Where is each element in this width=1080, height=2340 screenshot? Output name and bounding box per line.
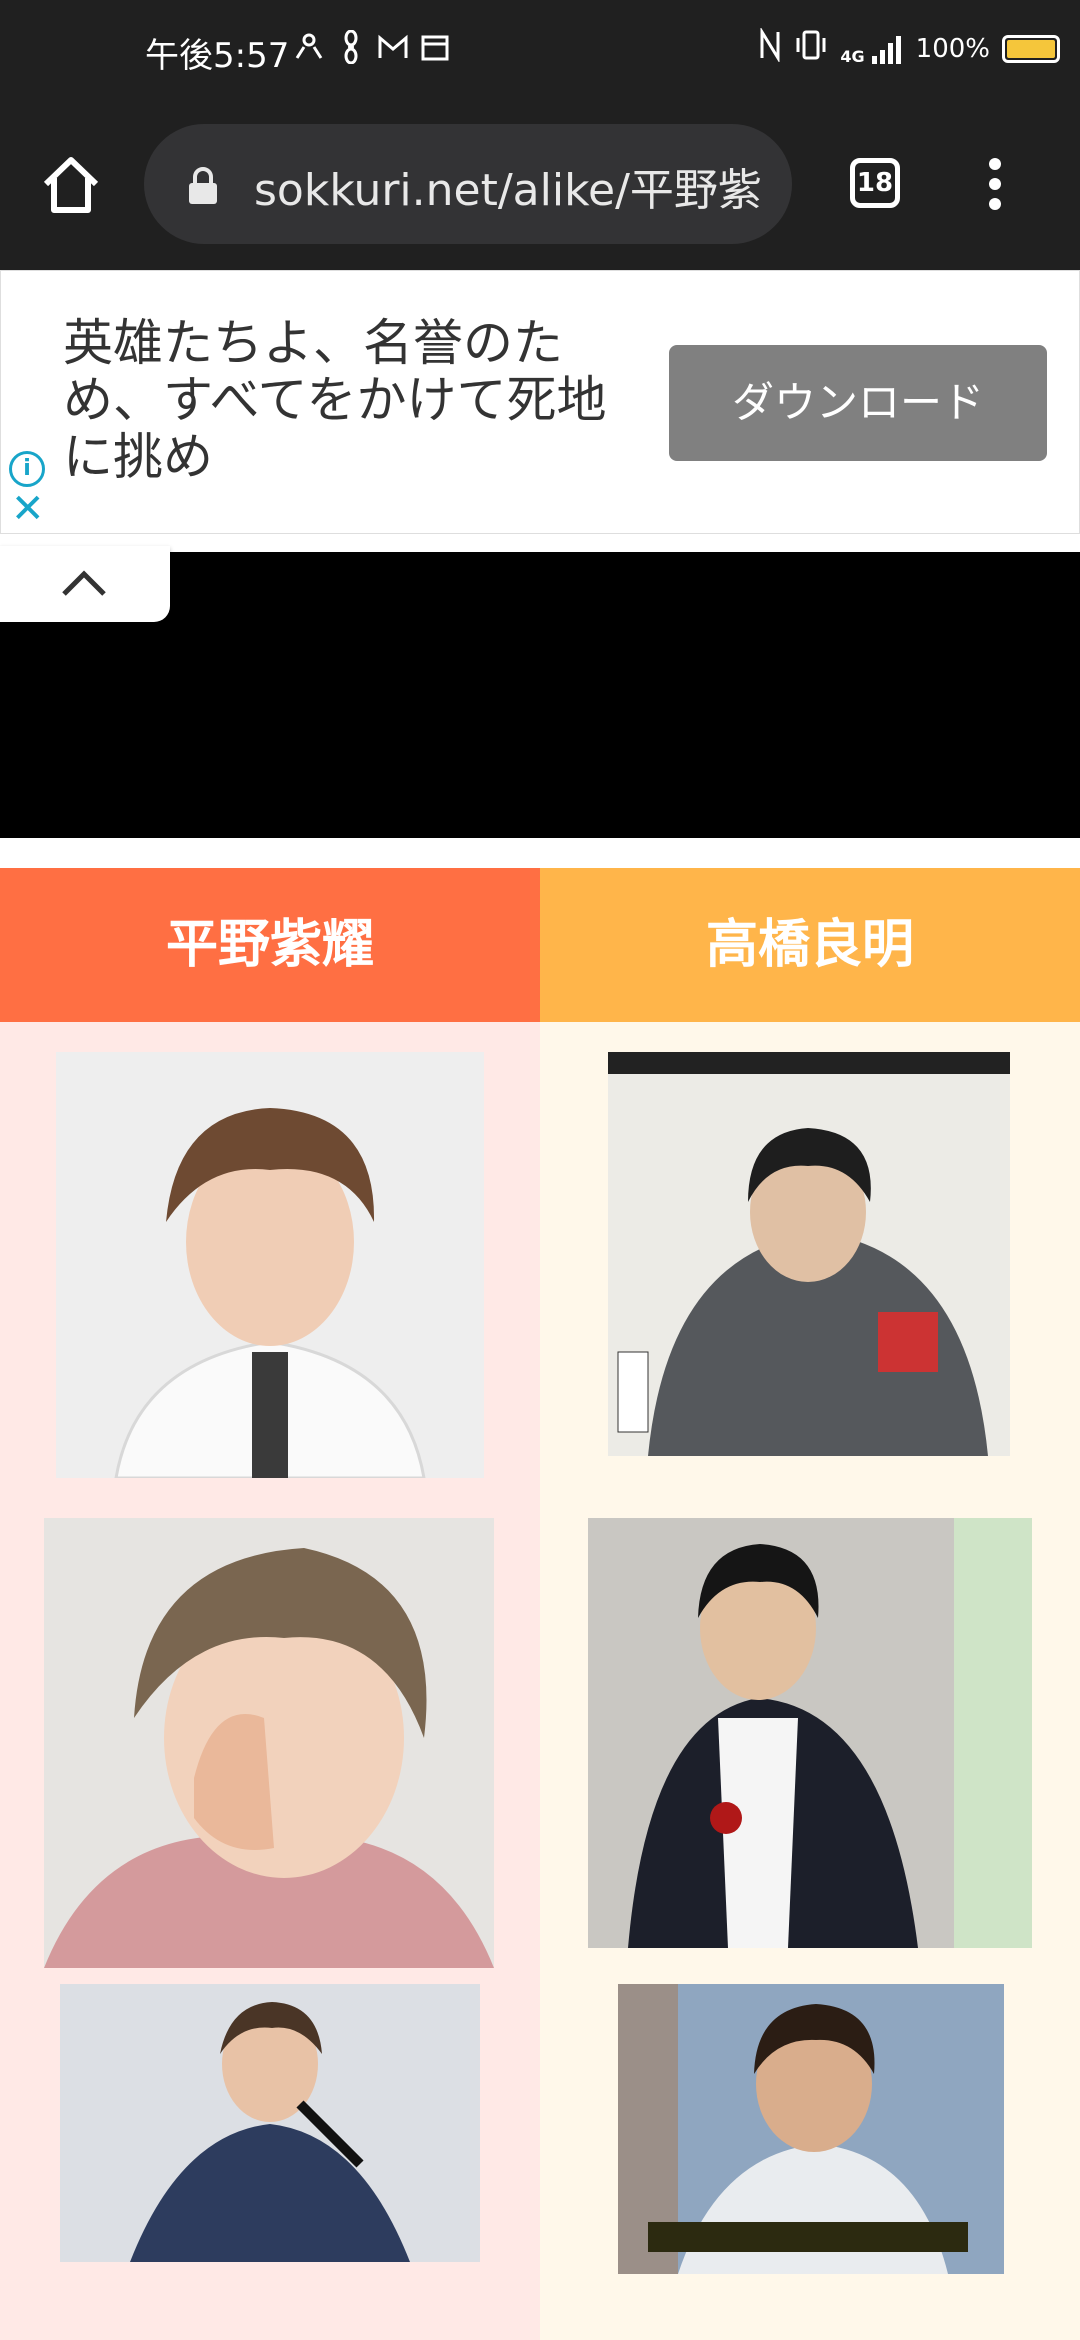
status-bar: 午後5:57 4G 100%: [0, 0, 1080, 100]
ad-text: 英雄たちよ、名誉のため、すべてをかけて死地に挑め: [63, 314, 607, 486]
people-icon: [292, 30, 326, 64]
overflow-menu-icon[interactable]: [980, 152, 1010, 222]
right-person-name: 高橋良明: [540, 868, 1080, 1022]
download-button[interactable]: ダウンロード: [669, 345, 1047, 461]
home-button[interactable]: [36, 150, 106, 220]
browser-toolbar: sokkuri.net/alike/平野紫 18: [0, 100, 1080, 270]
system-indicators: 4G 100%: [758, 26, 1060, 69]
vibrate-icon: [794, 28, 828, 69]
fan-icon: [334, 29, 368, 65]
battery-percent: 100%: [915, 33, 990, 64]
home-icon: [43, 157, 99, 213]
right-photo-1[interactable]: [608, 1052, 1010, 1456]
nfc-icon: [758, 26, 782, 69]
calendar-icon: [418, 30, 452, 64]
status-time: 午後5:57: [145, 36, 290, 76]
battery-charging-icon: [1002, 34, 1060, 63]
network-type: 4G: [840, 46, 865, 66]
signal-icon: 4G: [840, 32, 903, 66]
ad-close-icon[interactable]: ✕: [11, 489, 45, 529]
left-photo-3[interactable]: [60, 1984, 480, 2262]
left-person-name: 平野紫耀: [0, 868, 540, 1022]
address-bar[interactable]: sokkuri.net/alike/平野紫: [144, 124, 792, 244]
collapse-ad-button[interactable]: [0, 546, 170, 622]
chevron-up-icon: [62, 570, 106, 596]
notification-icons: [292, 29, 452, 65]
gmail-icon: [376, 30, 410, 64]
url-text[interactable]: sokkuri.net/alike/平野紫: [254, 154, 774, 218]
left-photo-2[interactable]: [44, 1518, 494, 1968]
ad-banner[interactable]: 英雄たちよ、名誉のため、すべてをかけて死地に挑め ダウンロード i ✕: [0, 270, 1080, 534]
lock-icon: [186, 166, 220, 206]
right-photo-3[interactable]: [618, 1984, 1004, 2274]
ad-info-icon[interactable]: i: [9, 451, 45, 487]
right-photo-2[interactable]: [588, 1518, 1032, 1948]
left-photo-1[interactable]: [56, 1052, 484, 1478]
tab-switcher-button[interactable]: 18: [850, 158, 900, 208]
